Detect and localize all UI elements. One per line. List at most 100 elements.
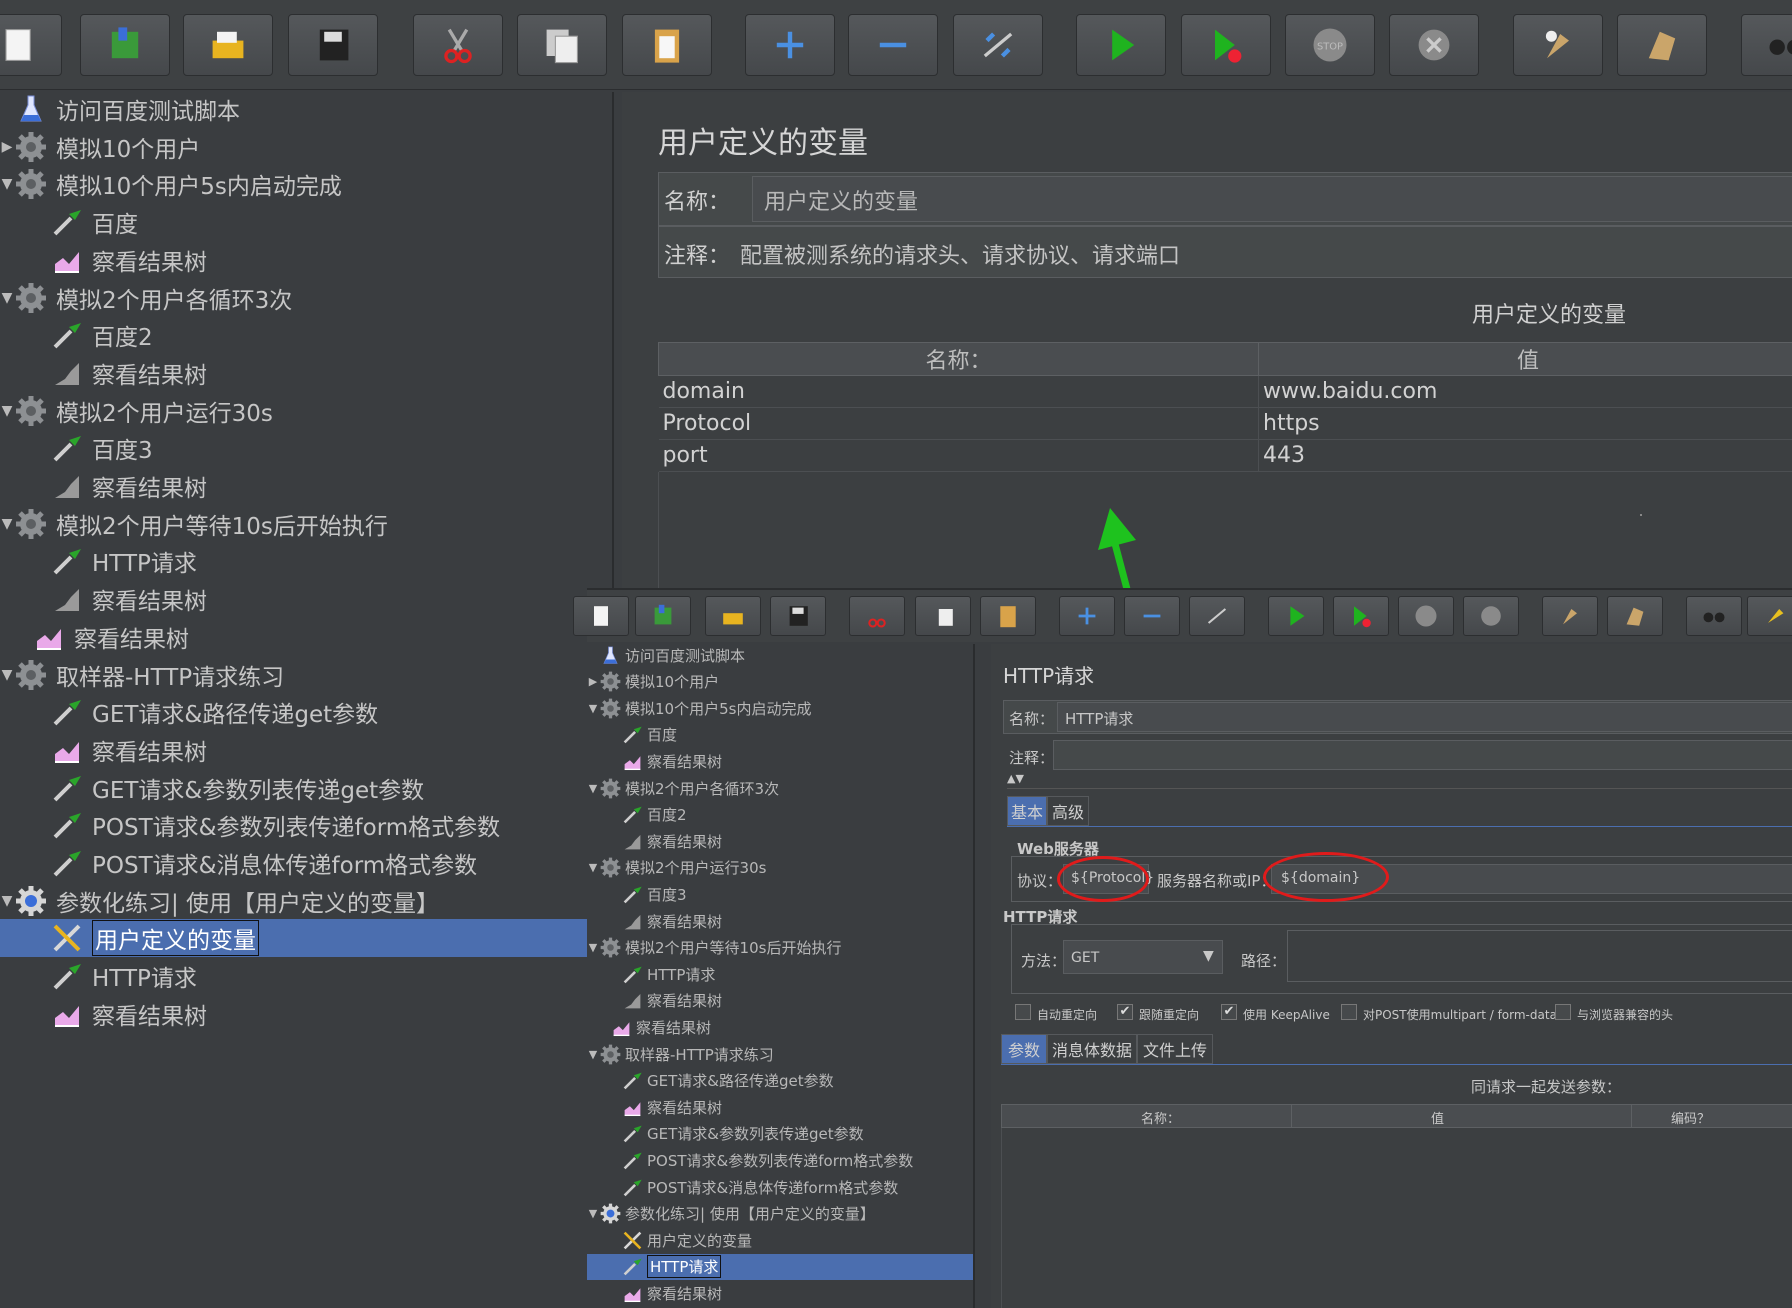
- tree-item[interactable]: HTTP请求: [587, 961, 973, 987]
- tree-item[interactable]: POST请求&参数列表传递form格式参数: [0, 806, 614, 844]
- inset-open-icon[interactable]: [705, 596, 761, 636]
- tree-item[interactable]: 察看结果树: [587, 988, 973, 1014]
- inset-toggle-icon[interactable]: [1189, 596, 1245, 636]
- tree-item[interactable]: 察看结果树: [0, 995, 614, 1033]
- collapse-arrow-icon[interactable]: ▼: [587, 861, 599, 874]
- inset-stop-icon[interactable]: [1398, 596, 1454, 636]
- tab-params[interactable]: 参数: [1001, 1034, 1047, 1064]
- tree-item[interactable]: 察看结果树: [0, 618, 614, 656]
- inset-templates-icon[interactable]: [635, 596, 691, 636]
- tree-item[interactable]: HTTP请求: [0, 542, 614, 580]
- tree-item[interactable]: ▼ 模拟2个用户运行30s: [587, 855, 973, 881]
- inset-paste-icon[interactable]: [980, 596, 1036, 636]
- tree-item[interactable]: 察看结果树: [587, 748, 973, 774]
- cut-icon[interactable]: [413, 14, 503, 76]
- inset-search-icon[interactable]: [1686, 596, 1742, 636]
- tree-item[interactable]: HTTP请求: [587, 1253, 973, 1280]
- tree-item[interactable]: 察看结果树: [587, 828, 973, 854]
- tree-item[interactable]: 百度2: [0, 316, 614, 354]
- tree-item[interactable]: POST请求&参数列表传递form格式参数: [587, 1147, 973, 1173]
- tab-file-upload[interactable]: 文件上传: [1137, 1034, 1213, 1064]
- tree-item[interactable]: GET请求&参数列表传递get参数: [587, 1121, 973, 1147]
- collapse-arrow-icon[interactable]: ▼: [0, 403, 14, 419]
- collapse-icon[interactable]: [848, 14, 938, 76]
- tree-item[interactable]: 察看结果树: [0, 241, 614, 279]
- inset-save-icon[interactable]: [770, 596, 826, 636]
- variable-name-cell[interactable]: port: [658, 439, 1259, 472]
- tree-item[interactable]: 百度: [0, 203, 614, 241]
- expand-icon[interactable]: [745, 14, 835, 76]
- inset-start-no-pauses-icon[interactable]: [1333, 596, 1389, 636]
- open-icon[interactable]: [183, 14, 273, 76]
- tree-item[interactable]: POST请求&消息体传递form格式参数: [0, 844, 614, 882]
- collapse-arrow-icon[interactable]: ▼: [587, 1207, 599, 1220]
- inset-shutdown-icon[interactable]: [1463, 596, 1519, 636]
- tree-item[interactable]: 察看结果树: [587, 1014, 973, 1040]
- collapse-arrow-icon[interactable]: ▼: [587, 782, 599, 795]
- copy-icon[interactable]: [517, 14, 607, 76]
- tree-item[interactable]: ▼ 模拟10个用户5s内启动完成: [587, 695, 973, 721]
- table-row[interactable]: port 443: [658, 439, 1792, 472]
- tree-item[interactable]: 用户定义的变量: [0, 919, 614, 958]
- tree-item[interactable]: ▼ 模拟2个用户运行30s: [0, 392, 614, 430]
- inset-start-icon[interactable]: [1268, 596, 1324, 636]
- expand-arrow-icon[interactable]: ▶: [587, 675, 599, 688]
- tree-item[interactable]: ▼ 模拟2个用户等待10s后开始执行: [587, 935, 973, 961]
- keepalive-checkbox[interactable]: ✔: [1221, 1004, 1237, 1020]
- tree-item[interactable]: ▼ 取样器-HTTP请求练习: [587, 1041, 973, 1067]
- inset-reset-search-icon[interactable]: [1747, 596, 1792, 636]
- tree-item[interactable]: ▶ 模拟10个用户: [587, 669, 973, 695]
- follow-redirect-checkbox[interactable]: ✔: [1117, 1004, 1133, 1020]
- tree-item[interactable]: 察看结果树: [0, 354, 614, 392]
- tab-advanced[interactable]: 高级: [1047, 796, 1089, 826]
- tree-item[interactable]: 访问百度测试脚本: [587, 642, 973, 668]
- tree-item[interactable]: 察看结果树: [0, 731, 614, 769]
- stop-icon[interactable]: STOP: [1285, 14, 1375, 76]
- inset-name-input[interactable]: [1057, 702, 1792, 732]
- multipart-checkbox[interactable]: [1341, 1004, 1357, 1020]
- collapse-arrow-icon[interactable]: ▼: [0, 176, 14, 192]
- tree-item[interactable]: GET请求&路径传递get参数: [587, 1068, 973, 1094]
- tree-item[interactable]: ▼ 取样器-HTTP请求练习: [0, 656, 614, 694]
- tree-item[interactable]: 察看结果树: [587, 1280, 973, 1306]
- tree-item[interactable]: 百度2: [587, 802, 973, 828]
- collapse-arrow-icon[interactable]: ▼: [0, 290, 14, 306]
- collapse-arrow-icon[interactable]: ▼: [0, 516, 14, 532]
- collapse-arrow-icon[interactable]: ▼: [0, 667, 14, 683]
- expand-arrow-icon[interactable]: ▶: [0, 139, 14, 155]
- tree-item[interactable]: 百度: [587, 722, 973, 748]
- start-icon[interactable]: [1076, 14, 1166, 76]
- toggle-icon[interactable]: [953, 14, 1043, 76]
- tree-item[interactable]: 察看结果树: [0, 467, 614, 505]
- chevron-down-icon[interactable]: ▼: [1203, 948, 1214, 964]
- collapse-arrow-icon[interactable]: ▼: [0, 893, 14, 909]
- tree-item[interactable]: 察看结果树: [0, 580, 614, 618]
- variable-name-cell[interactable]: domain: [658, 375, 1259, 408]
- tree-item[interactable]: ▼ 参数化练习| 使用【用户定义的变量】: [587, 1201, 973, 1227]
- tree-item[interactable]: 察看结果树: [587, 908, 973, 934]
- clear-all-icon[interactable]: [1617, 14, 1707, 76]
- comment-value[interactable]: 配置被测系统的请求头、请求协议、请求端口: [740, 238, 1180, 270]
- inset-collapse-icon[interactable]: [1124, 596, 1180, 636]
- inset-expand-icon[interactable]: [1059, 596, 1115, 636]
- tree-item[interactable]: GET请求&路径传递get参数: [0, 693, 614, 731]
- tree-item[interactable]: 察看结果树: [587, 1094, 973, 1120]
- tree-item[interactable]: 百度3: [587, 881, 973, 907]
- tree-item[interactable]: ▼ 模拟10个用户5s内启动完成: [0, 165, 614, 203]
- table-row[interactable]: domain www.baidu.com: [658, 375, 1792, 408]
- shutdown-icon[interactable]: [1389, 14, 1479, 76]
- tree-item[interactable]: GET请求&参数列表传递get参数: [0, 769, 614, 807]
- variable-value-cell[interactable]: 443: [1258, 439, 1792, 472]
- inset-clear-all-icon[interactable]: [1607, 596, 1663, 636]
- variable-value-cell[interactable]: https: [1258, 407, 1792, 440]
- table-row[interactable]: Protocol https: [658, 407, 1792, 440]
- start-no-pauses-icon[interactable]: [1181, 14, 1271, 76]
- auto-redirect-checkbox[interactable]: [1015, 1004, 1031, 1020]
- paste-icon[interactable]: [622, 14, 712, 76]
- search-icon[interactable]: [1741, 14, 1792, 76]
- tab-body-data[interactable]: 消息体数据: [1047, 1034, 1137, 1064]
- save-icon[interactable]: [288, 14, 378, 76]
- collapse-arrow-icon[interactable]: ▼: [587, 702, 599, 715]
- tree-item[interactable]: ▼ 参数化练习| 使用【用户定义的变量】: [0, 882, 614, 920]
- tree-item[interactable]: 百度3: [0, 429, 614, 467]
